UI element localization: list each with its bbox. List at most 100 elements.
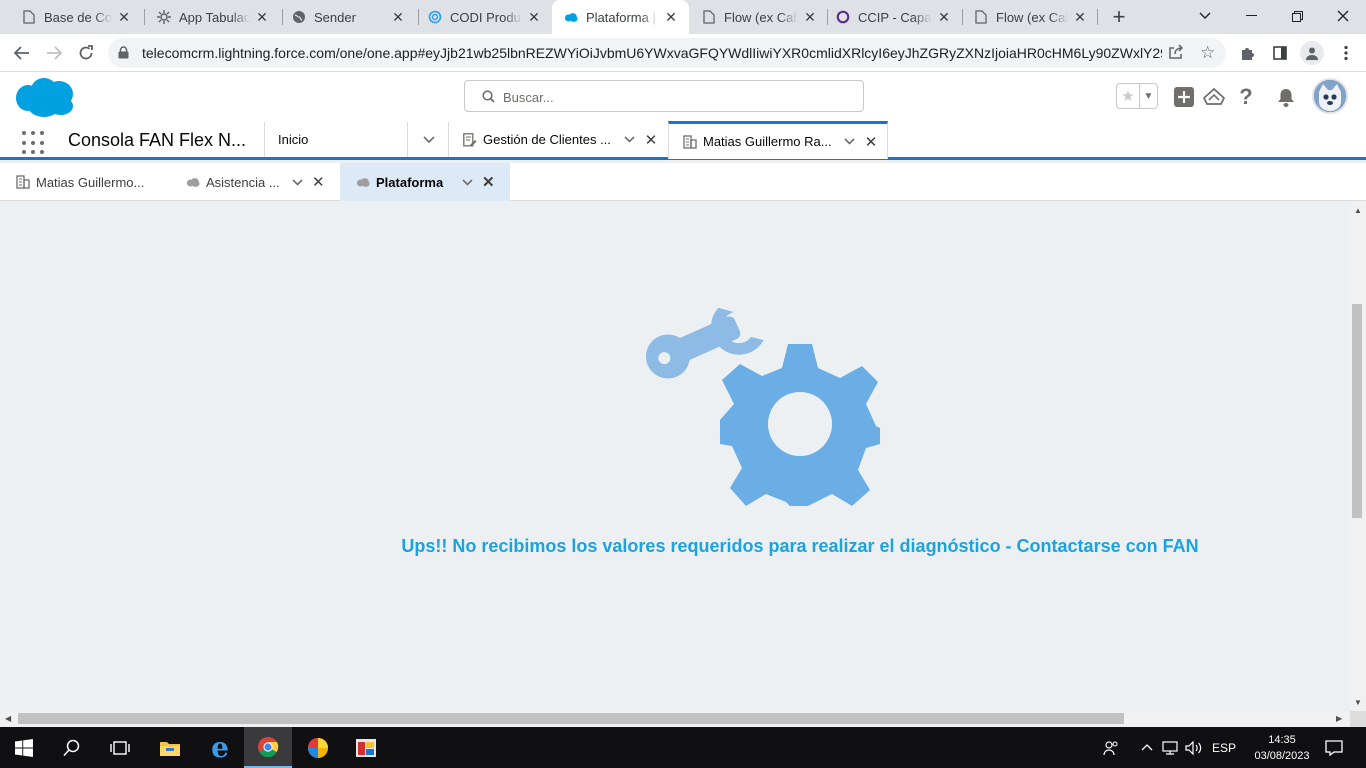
browser-tab-flow-1[interactable]: Flow (ex Cablevision) ✕ xyxy=(690,0,828,34)
app-launcher-icon[interactable] xyxy=(22,131,46,155)
search-input[interactable] xyxy=(503,87,843,107)
nav-tab-gestion-clientes[interactable]: Gestión de Clientes ... ✕ xyxy=(448,122,668,157)
kebab-menu-icon[interactable] xyxy=(1336,43,1356,63)
scroll-up-arrow-icon[interactable]: ▲ xyxy=(1354,206,1362,215)
browser-tab-app-tabulacion[interactable]: App Tabulación ✕ xyxy=(135,0,280,34)
scroll-right-arrow-icon[interactable]: ▶ xyxy=(1336,714,1342,723)
tab-divider xyxy=(1097,9,1098,25)
address-bar[interactable]: telecomcrm.lightning.force.com/one/one.a… xyxy=(108,38,1226,68)
restore-button[interactable] xyxy=(1274,0,1320,32)
profile-icon[interactable] xyxy=(1300,41,1324,65)
input-language[interactable]: ESP xyxy=(1210,727,1238,768)
nav-tab-inicio[interactable]: Inicio xyxy=(264,122,448,157)
folder-icon xyxy=(160,741,180,756)
trailhead-icon[interactable] xyxy=(1202,85,1226,109)
browser-tab-flow-2[interactable]: Flow (ex Cablevision) ✕ xyxy=(960,0,1098,34)
browser-toolbar: telecomcrm.lightning.force.com/one/one.a… xyxy=(0,34,1366,72)
browser-tab-codi[interactable]: CODI Productos ✕ xyxy=(406,0,552,34)
search-taskbar-button[interactable] xyxy=(48,727,96,768)
global-search[interactable] xyxy=(464,80,864,112)
close-icon[interactable]: ✕ xyxy=(1072,9,1088,25)
close-icon[interactable]: ✕ xyxy=(116,9,132,25)
browser-tab-ccip[interactable]: CCIP - Capa de ✕ xyxy=(824,0,962,34)
back-button[interactable] xyxy=(8,39,36,67)
close-icon[interactable]: ✕ xyxy=(390,9,406,25)
browser-tab-label: App Tabulación xyxy=(179,9,250,25)
task-view-button[interactable] xyxy=(96,727,144,768)
browser-tab-plataforma[interactable]: Plataforma | Salesforce ✕ xyxy=(552,0,689,34)
content-area: Ups!! No recibimos los valores requerido… xyxy=(0,202,1350,711)
subtab-plataforma[interactable]: Plataforma ✕ xyxy=(340,163,510,201)
close-icon[interactable]: ✕ xyxy=(482,173,495,191)
app-name: Consola FAN Flex N... xyxy=(68,130,247,150)
browser-tab-label: Base de Conocimiento xyxy=(44,9,112,25)
action-center-icon[interactable] xyxy=(1320,727,1348,768)
reload-button[interactable] xyxy=(72,39,100,67)
close-icon[interactable]: ✕ xyxy=(663,9,679,25)
extensions-icon[interactable] xyxy=(1238,43,1258,63)
forward-button[interactable] xyxy=(40,39,68,67)
subtab-matias[interactable]: Matias Guillermo... xyxy=(0,163,170,201)
horizontal-scroll-thumb[interactable] xyxy=(18,713,1124,724)
account-building-icon xyxy=(683,134,697,149)
color-app-button[interactable] xyxy=(294,727,342,768)
close-icon[interactable]: ✕ xyxy=(643,131,659,149)
close-icon[interactable]: ✕ xyxy=(936,9,952,25)
file-explorer-button[interactable] xyxy=(146,727,194,768)
browser-tab-sender[interactable]: Sender ✕ xyxy=(270,0,416,34)
salesforce-logo[interactable] xyxy=(14,76,76,123)
favorites-dropdown-icon[interactable]: ▼ xyxy=(1139,84,1157,108)
browser-tab-label: CODI Productos xyxy=(450,9,522,25)
minimize-icon xyxy=(1245,15,1257,16)
chevron-up-icon[interactable] xyxy=(1138,727,1156,768)
new-tab-button[interactable]: + xyxy=(1108,4,1130,29)
system-clock[interactable]: 14:35 03/08/2023 xyxy=(1254,732,1310,764)
close-window-button[interactable] xyxy=(1320,0,1366,32)
windows-logo-icon xyxy=(15,738,33,757)
volume-icon[interactable] xyxy=(1184,727,1204,768)
network-icon[interactable] xyxy=(1160,727,1182,768)
internet-explorer-icon: e xyxy=(211,730,229,764)
people-icon[interactable] xyxy=(1100,727,1122,768)
tab-search-button[interactable] xyxy=(1182,0,1228,32)
chevron-down-icon[interactable] xyxy=(462,175,473,189)
subtab-asistencia[interactable]: Asistencia ... ✕ xyxy=(170,163,340,201)
help-icon[interactable]: ? xyxy=(1234,84,1258,109)
chrome-taskbar-button[interactable] xyxy=(244,727,292,768)
nav-tab-matias[interactable]: Matias Guillermo Ra... ✕ xyxy=(668,121,888,159)
close-icon[interactable]: ✕ xyxy=(863,133,879,151)
chevron-down-icon[interactable] xyxy=(292,175,303,189)
browser-tab-base-conocimiento[interactable]: Base de Conocimiento ✕ xyxy=(0,0,142,34)
chevron-down-icon[interactable] xyxy=(841,138,857,145)
side-panel-icon[interactable] xyxy=(1270,43,1290,63)
vertical-scroll-thumb[interactable] xyxy=(1352,304,1362,518)
user-avatar[interactable] xyxy=(1312,78,1348,114)
scroll-left-arrow-icon[interactable]: ◀ xyxy=(5,714,11,723)
codi-icon xyxy=(428,10,442,24)
close-icon[interactable]: ✕ xyxy=(526,9,542,25)
favorites-star-icon[interactable]: ★ xyxy=(1117,84,1139,108)
close-icon[interactable]: ✕ xyxy=(312,173,325,191)
scroll-down-arrow-icon[interactable]: ▼ xyxy=(1354,698,1362,707)
search-icon xyxy=(63,739,80,756)
internet-explorer-button[interactable]: e xyxy=(196,727,244,768)
cloud-icon xyxy=(186,177,200,188)
wrench-gear-icon xyxy=(645,307,880,506)
url-text[interactable]: telecomcrm.lightning.force.com/one/one.a… xyxy=(142,45,1162,61)
minimize-button[interactable] xyxy=(1228,0,1274,32)
horizontal-scrollbar[interactable]: ◀ ▶ xyxy=(0,711,1350,727)
vertical-scrollbar[interactable]: ▲ ▼ xyxy=(1350,202,1366,711)
close-icon[interactable]: ✕ xyxy=(802,9,818,25)
document-icon xyxy=(702,10,716,24)
close-icon[interactable]: ✕ xyxy=(254,9,270,25)
nav-tab-label: Inicio xyxy=(278,132,309,147)
global-actions-icon[interactable] xyxy=(1172,85,1196,109)
windows-start-button[interactable] xyxy=(0,727,48,768)
notifications-bell-icon[interactable] xyxy=(1274,85,1298,109)
chevron-down-icon[interactable] xyxy=(621,136,637,143)
share-icon[interactable] xyxy=(1168,44,1184,63)
chevron-down-icon[interactable] xyxy=(407,122,449,157)
app-window-button[interactable] xyxy=(342,727,390,768)
browser-tab-strip: Base de Conocimiento ✕ App Tabulación ✕ … xyxy=(0,0,1366,34)
bookmark-star-icon[interactable]: ☆ xyxy=(1200,43,1215,63)
